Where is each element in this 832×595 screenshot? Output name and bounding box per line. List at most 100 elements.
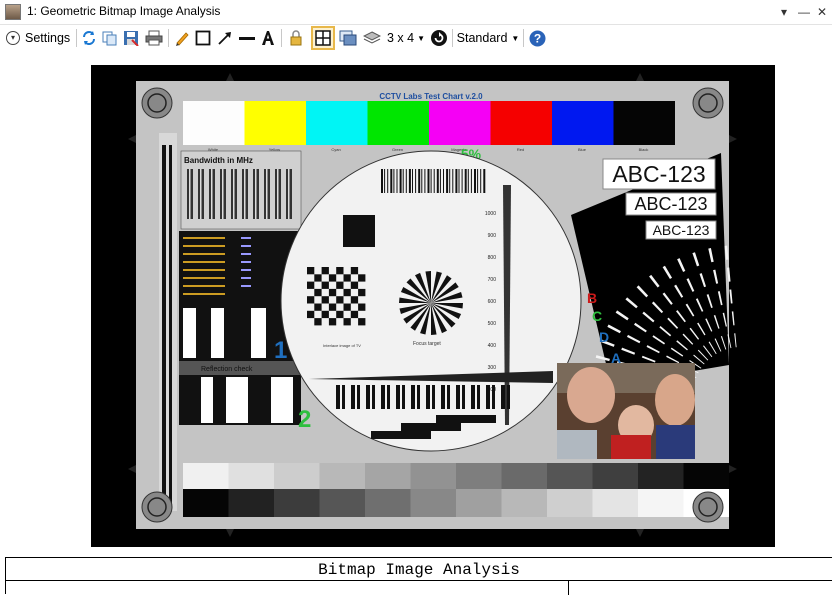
chevron-down-icon: ▼: [511, 33, 520, 43]
refresh-button[interactable]: [79, 27, 99, 49]
settings-expand-icon: ▾: [6, 31, 20, 45]
barcode-bar: [387, 169, 389, 193]
gray-swatch: [365, 463, 411, 489]
checker-square: [314, 318, 322, 326]
checker-square: [350, 296, 359, 304]
color-bar-label: Cyan: [331, 147, 340, 152]
barcode-bar: [424, 169, 426, 193]
resolution-bar: [366, 385, 370, 409]
resolution-bar: [396, 385, 400, 409]
resolution-label: 600: [488, 299, 497, 305]
number-two: 2: [298, 406, 311, 433]
gray-swatch: [592, 489, 638, 517]
bandwidth-bar-gap: [222, 169, 224, 219]
bandwidth-bar-gap: [200, 169, 202, 219]
rectangle-button[interactable]: [193, 27, 213, 49]
bitmap-image-viewer[interactable]: White Yellow Cyan Green Magenta Red Blue Black …: [91, 65, 775, 547]
line-button[interactable]: [237, 27, 257, 49]
layout-dropdown[interactable]: 3 x 4 ▼: [386, 27, 426, 49]
settings-button[interactable]: ▾ Settings: [6, 27, 74, 49]
resolution-bar: [477, 385, 480, 409]
window-icon: [339, 30, 357, 46]
gray-swatch: [456, 463, 502, 489]
barcode-bar: [446, 169, 449, 193]
color-bar: [490, 101, 552, 145]
checker-square: [350, 267, 359, 275]
print-button[interactable]: [143, 27, 165, 49]
gray-swatch: [683, 463, 729, 489]
copy-icon: [102, 31, 117, 46]
resolution-bar: [447, 385, 450, 409]
barcode-bar: [449, 169, 451, 193]
color-bar: [367, 101, 429, 145]
toolbar-separator: [76, 29, 77, 47]
checker-square: [314, 288, 322, 297]
bandwidth-title: Bandwidth in MHz: [184, 156, 253, 165]
resolution-bar: [486, 385, 490, 409]
resolution-bar: [411, 385, 415, 409]
window-button[interactable]: [337, 27, 359, 49]
color-bar-label: Red: [517, 147, 524, 152]
gray-swatch: [228, 463, 274, 489]
line-icon: [239, 37, 255, 40]
gray-swatch: [638, 489, 684, 517]
gray-swatch: [183, 489, 229, 517]
checker-square: [321, 267, 329, 275]
gray-swatch: [319, 489, 365, 517]
bandwidth-bar-gap: [277, 169, 279, 219]
gray-swatch: [365, 489, 411, 517]
rectangle-icon: [195, 30, 211, 46]
checker-square: [321, 310, 329, 319]
help-button[interactable]: ?: [527, 27, 547, 49]
save-button[interactable]: [121, 27, 141, 49]
color-bar: [552, 101, 614, 145]
analysis-table: Bitmap Image Analysis: [5, 557, 832, 595]
barcode-bar: [405, 169, 407, 193]
checker-square: [343, 274, 351, 282]
minimize-icon[interactable]: —: [794, 2, 814, 22]
chevron-down-icon: ▼: [417, 33, 426, 43]
checker-square: [343, 288, 351, 297]
arrow-line-button[interactable]: [215, 27, 235, 49]
plate-3: ABC-123: [653, 222, 710, 238]
bandwidth-bar-gap: [288, 169, 290, 219]
checker-square: [358, 318, 366, 326]
gray-swatch: [410, 463, 456, 489]
text-button[interactable]: [258, 27, 278, 49]
layers-button[interactable]: [361, 27, 383, 49]
test-chart-image: White Yellow Cyan Green Magenta Red Blue Black …: [91, 65, 775, 547]
close-icon[interactable]: ✕: [812, 2, 832, 22]
resolution-label: 500: [488, 321, 497, 327]
checker-square: [336, 310, 344, 319]
table-divider: [6, 580, 832, 581]
barcode-bar: [402, 169, 404, 193]
copy-button[interactable]: [100, 27, 120, 49]
rotate-button[interactable]: [428, 27, 450, 49]
barcode-bar: [443, 169, 444, 193]
color-bar-label: Green: [392, 147, 403, 152]
chevron-down-icon[interactable]: ▾: [774, 2, 794, 22]
gray-swatch: [547, 463, 593, 489]
layout-label: 3 x 4: [386, 31, 415, 45]
barcode-bar: [381, 169, 383, 193]
barcode-bar: [415, 169, 417, 193]
barcode-bar: [396, 169, 398, 193]
barcode-bar: [427, 169, 430, 193]
color-bar: [306, 101, 368, 145]
lock-button[interactable]: [285, 27, 307, 49]
checker-square: [307, 310, 315, 319]
checker-square: [336, 281, 344, 289]
checker-square: [307, 267, 315, 275]
arrow-line-icon: [218, 32, 231, 45]
checker-square: [314, 274, 322, 282]
gray-swatch: [274, 463, 320, 489]
resolution-label: 1000: [485, 211, 496, 217]
color-bar: [244, 101, 306, 145]
resolution-bar: [507, 385, 510, 409]
crosshair-grid-button[interactable]: [311, 26, 335, 50]
barcode-bar: [452, 169, 454, 193]
standard-dropdown[interactable]: Standard ▼: [456, 27, 520, 49]
letter-d: D: [599, 329, 609, 345]
gray-swatch: [319, 463, 365, 489]
pencil-button[interactable]: [172, 27, 192, 49]
